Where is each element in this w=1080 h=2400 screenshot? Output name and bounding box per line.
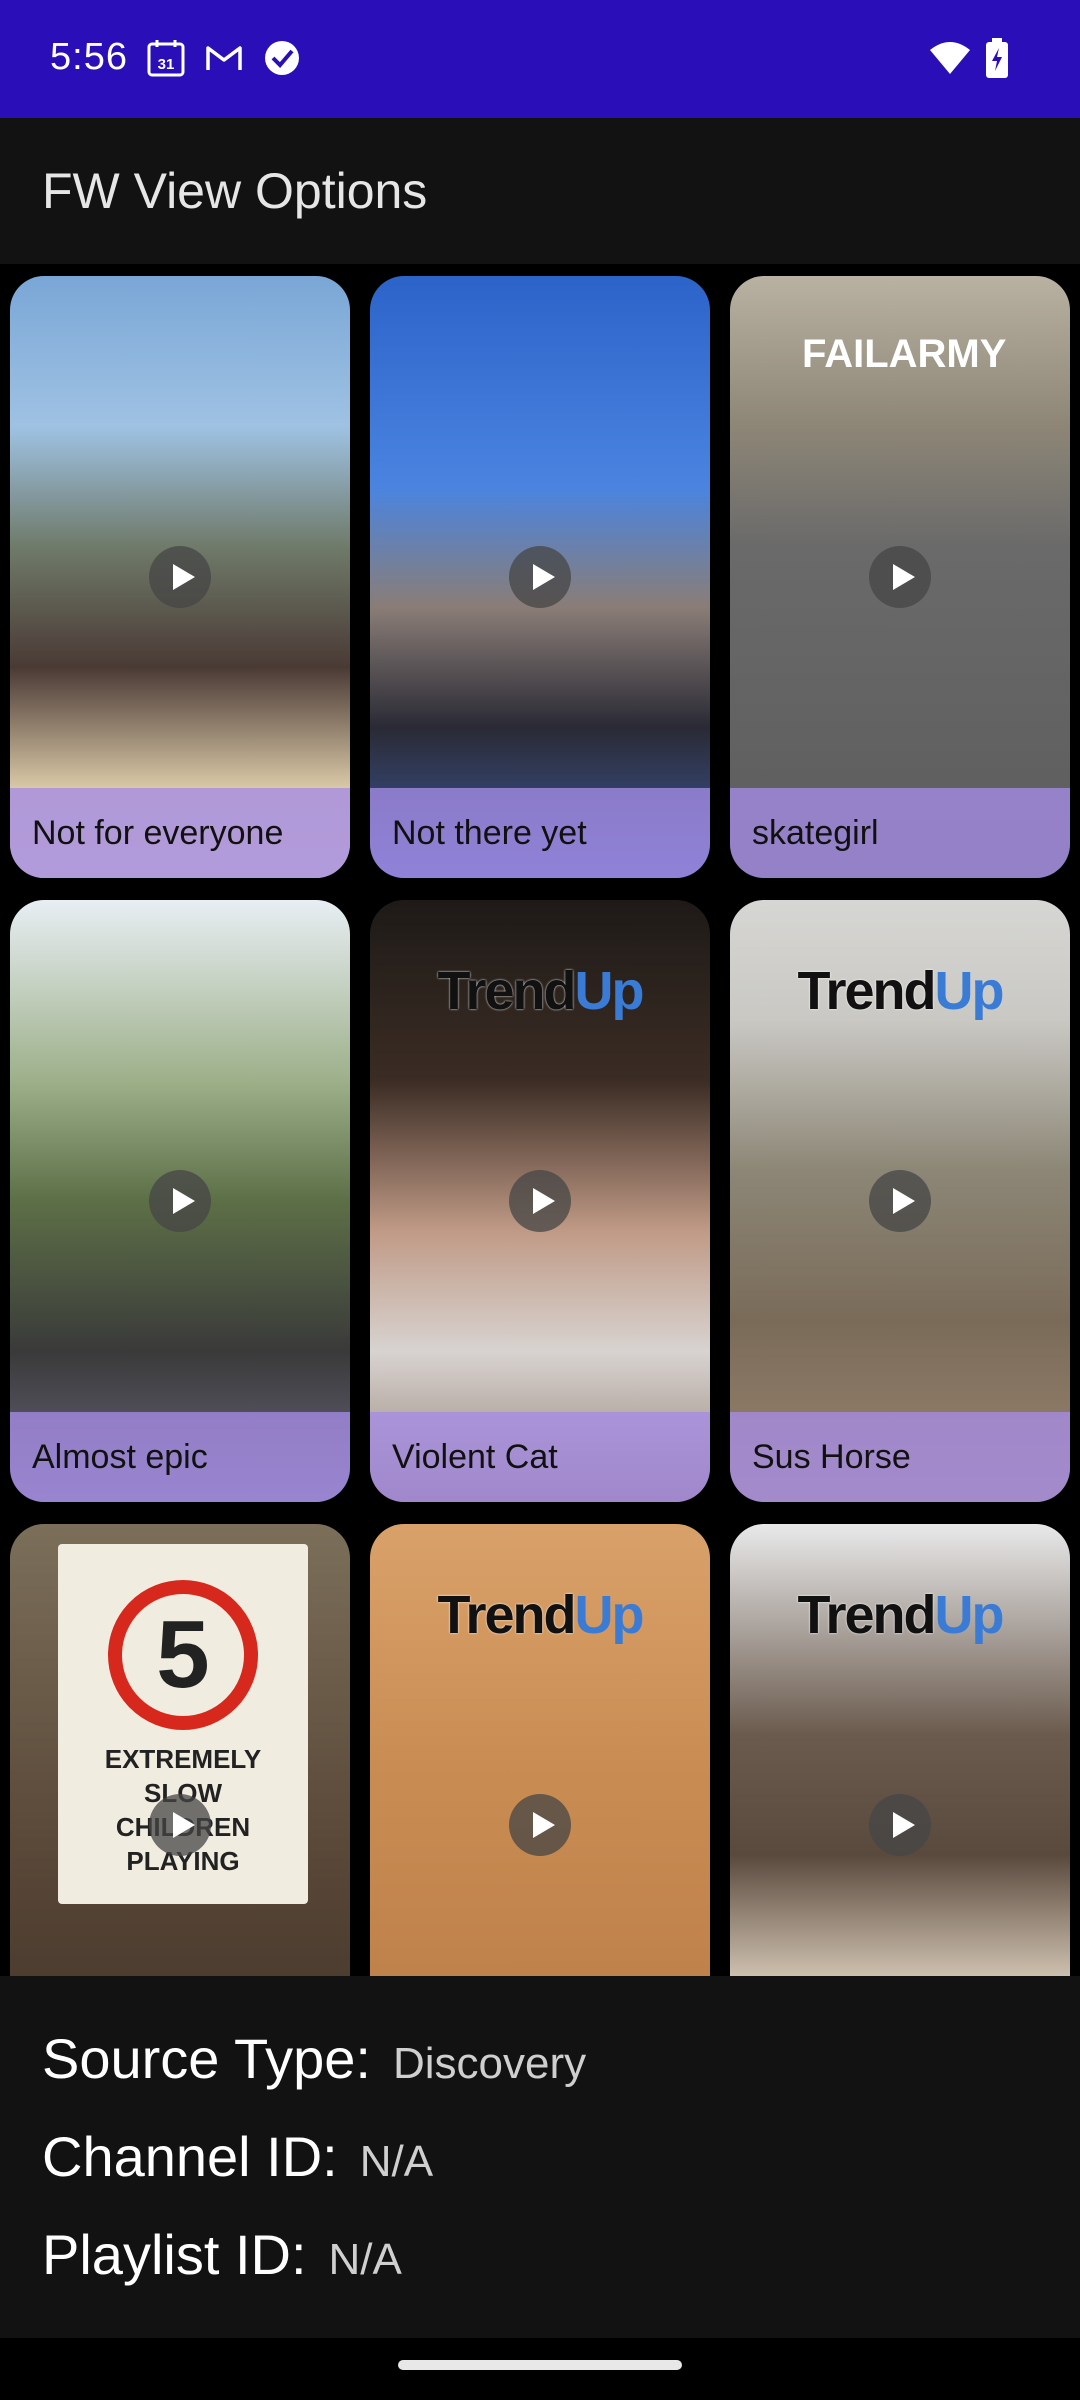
video-tile[interactable]: Not there yet: [370, 276, 710, 878]
video-tile[interactable]: TrendUp Sus Horse: [730, 900, 1070, 1502]
play-icon[interactable]: [869, 546, 931, 608]
video-tile[interactable]: FAILARMY skategirl: [730, 276, 1070, 878]
play-icon[interactable]: [149, 546, 211, 608]
wifi-icon: [930, 42, 970, 74]
video-tile[interactable]: 5 EXTREMELY SLOW CHILDREN PLAYING: [10, 1524, 350, 1976]
status-time: 5:56: [50, 36, 128, 78]
video-caption: Not for everyone: [10, 788, 350, 878]
page-title: FW View Options: [42, 163, 428, 219]
trendup-logo: TrendUp: [797, 1585, 1004, 1645]
play-icon[interactable]: [509, 1794, 571, 1856]
video-caption: Violent Cat: [370, 1412, 710, 1502]
channel-id-value: N/A: [359, 2137, 434, 2186]
channel-id-label: Channel ID:: [42, 2125, 338, 2188]
check-circle-icon: [265, 41, 299, 75]
app-bar: FW View Options: [0, 118, 1080, 264]
play-icon[interactable]: [509, 1170, 571, 1232]
trendup-logo: TrendUp: [797, 961, 1004, 1021]
gmail-icon: [206, 46, 242, 70]
video-caption: skategirl: [730, 788, 1070, 878]
play-icon[interactable]: [149, 1170, 211, 1232]
video-tile[interactable]: TrendUp: [730, 1524, 1070, 1976]
video-caption: Sus Horse: [730, 1412, 1070, 1502]
video-tile[interactable]: TrendUp Violent Cat: [370, 900, 710, 1502]
video-caption: Almost epic: [10, 1412, 350, 1502]
playlist-id-label: Playlist ID:: [42, 2223, 307, 2286]
trendup-logo: TrendUp: [437, 961, 644, 1021]
play-icon[interactable]: [869, 1794, 931, 1856]
playlist-id-value: N/A: [328, 2235, 402, 2284]
playlist-id-row: Playlist ID: N/A: [42, 2222, 402, 2287]
play-icon[interactable]: [149, 1794, 211, 1856]
video-tile[interactable]: Almost epic: [10, 900, 350, 1502]
channel-id-row: Channel ID: N/A: [42, 2124, 433, 2189]
video-caption: Not there yet: [370, 788, 710, 878]
calendar-day: 31: [158, 56, 175, 73]
play-icon[interactable]: [869, 1170, 931, 1232]
calendar-icon: 31: [147, 40, 185, 77]
video-tile[interactable]: Not for everyone: [10, 276, 350, 878]
feed-info-panel: Source Type: Discovery Channel ID: N/A P…: [0, 1976, 1080, 2338]
source-type-value: Discovery: [392, 2039, 587, 2088]
status-bar: 5:56 31: [0, 0, 1080, 118]
trendup-logo: TrendUp: [437, 1585, 644, 1645]
failarmy-logo: FAILARMY: [802, 332, 1007, 376]
navigation-bar: [0, 2338, 1080, 2400]
source-type-row: Source Type: Discovery: [42, 2026, 586, 2091]
source-type-label: Source Type:: [42, 2027, 371, 2090]
video-grid[interactable]: Not for everyone Not there yet FAILARMY …: [0, 264, 1080, 1976]
video-tile[interactable]: TrendUp: [370, 1524, 710, 1976]
home-gesture-pill[interactable]: [398, 2360, 682, 2370]
play-icon[interactable]: [509, 546, 571, 608]
battery-charging-icon: [986, 38, 1008, 78]
